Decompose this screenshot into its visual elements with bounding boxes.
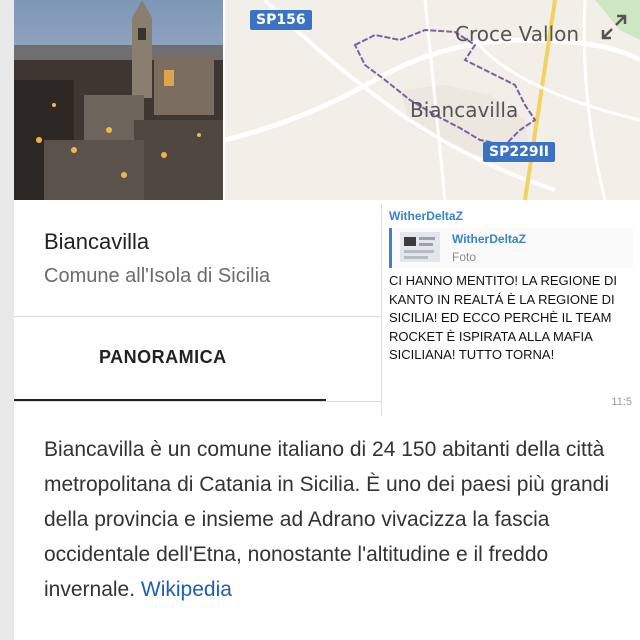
road-shield-sp229: SP229II — [483, 142, 555, 162]
place-description: Biancavilla è un comune italiano di 24 1… — [44, 432, 624, 607]
quoted-media-type: Foto — [452, 250, 477, 264]
place-subtitle: Comune all'Isola di Sicilia — [44, 265, 271, 287]
road-shield-sp156: SP156 — [250, 10, 312, 30]
chat-message-overlay: WitherDeltaZ WitherDeltaZ Foto CI HANNO … — [381, 204, 640, 416]
wikipedia-link[interactable]: Wikipedia — [141, 578, 232, 601]
map-preview[interactable]: SP156 Croce Vallon Biancavilla SP229II — [225, 0, 640, 200]
town-photo[interactable] — [14, 0, 223, 200]
map-label-biancavilla: Biancavilla — [410, 98, 519, 122]
quoted-message[interactable]: WitherDeltaZ Foto — [389, 228, 633, 268]
place-title: Biancavilla — [44, 229, 150, 254]
tab-overview[interactable]: PANORAMICA — [99, 347, 227, 368]
message-timestamp: 11:5 — [611, 396, 632, 408]
description-text: Biancavilla è un comune italiano di 24 1… — [44, 438, 610, 601]
quoted-sender: WitherDeltaZ — [452, 232, 526, 246]
message-text: CI HANNO MENTITO! LA REGIONE DI KANTO IN… — [389, 273, 618, 362]
quoted-photo-thumbnail — [400, 232, 440, 262]
map-label-croce-vallone: Croce Vallon — [455, 22, 580, 46]
expand-icon[interactable] — [599, 12, 629, 42]
message-sender[interactable]: WitherDeltaZ — [389, 209, 463, 223]
